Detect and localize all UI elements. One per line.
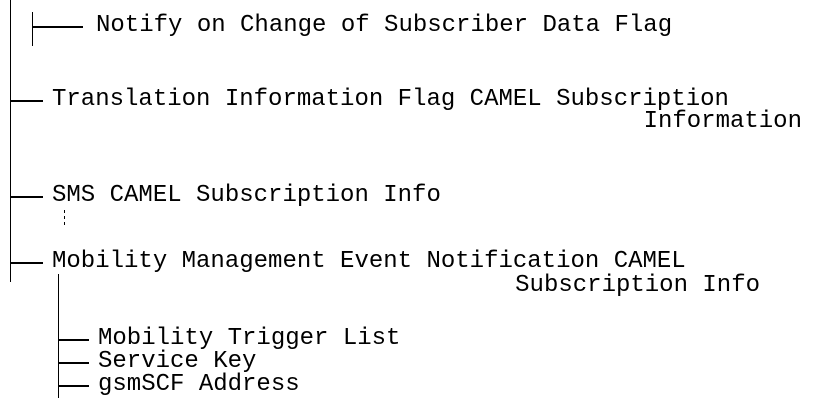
gsmscf-connector bbox=[59, 385, 89, 387]
mobility-children-trunk bbox=[58, 274, 59, 398]
sms-camel-label: SMS CAMEL Subscription Info bbox=[52, 182, 441, 209]
translation-connector bbox=[11, 100, 43, 102]
sms-dashed-stub bbox=[64, 210, 65, 226]
tree-trunk-line bbox=[10, 0, 11, 282]
notify-connector bbox=[33, 26, 83, 28]
service-key-connector bbox=[59, 362, 89, 364]
translation-info-label-line2: Information bbox=[643, 108, 802, 135]
trigger-list-connector bbox=[59, 339, 89, 341]
subscription-info-tree: Notify on Change of Subscriber Data Flag… bbox=[0, 0, 814, 398]
mobility-connector bbox=[11, 262, 43, 264]
sms-connector bbox=[11, 196, 43, 198]
notify-branch-stub bbox=[32, 12, 33, 46]
mobility-mgmt-label-line1: Mobility Management Event Notification C… bbox=[52, 248, 686, 275]
translation-info-label-line1: Translation Information Flag CAMEL Subsc… bbox=[52, 86, 729, 113]
notify-on-change-label: Notify on Change of Subscriber Data Flag bbox=[96, 12, 673, 39]
gsmscf-address-label: gsmSCF Address bbox=[98, 371, 300, 398]
mobility-mgmt-label-line2: Subscription Info bbox=[515, 272, 760, 299]
